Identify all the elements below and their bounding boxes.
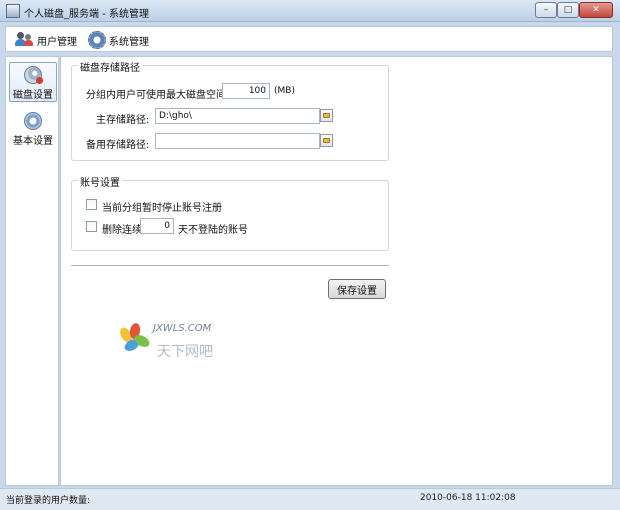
backup-path-label: 备用存储路径: — [86, 140, 150, 151]
status-bar: 当前登录的用户数量: 2010-06-18 11:02:08 — [0, 488, 620, 510]
account-group-title: 账号设置 — [78, 174, 122, 189]
online-users-label: 当前登录的用户数量: — [6, 496, 91, 506]
main-path-input[interactable]: D:\gho\ — [155, 108, 320, 124]
watermark-name: 天下网吧 — [157, 344, 213, 360]
main-path-browse-button[interactable] — [320, 109, 333, 122]
maximize-button[interactable]: □ — [557, 2, 579, 18]
menu-item-user-management[interactable]: 用户管理 — [14, 30, 77, 50]
settings-panel: 磁盘存储路径 分组内用户可使用最大磁盘空间 100 (MB) 主存储路径: D:… — [60, 56, 613, 486]
delete-days-input[interactable]: 0 — [140, 218, 174, 234]
window-title: 个人磁盘_服务端 - 系统管理 — [24, 9, 149, 20]
max-space-input[interactable]: 100 — [222, 83, 270, 99]
basic-settings-icon — [24, 112, 42, 130]
menu-bar: 用户管理 系统管理 — [5, 26, 613, 52]
sidebar: 磁盘设置 基本设置 — [5, 56, 59, 486]
sidebar-item-basic-settings[interactable]: 基本设置 — [9, 109, 57, 149]
storage-group-title: 磁盘存储路径 — [78, 59, 142, 74]
save-settings-button[interactable]: 保存设置 — [328, 279, 386, 299]
gear-icon — [88, 31, 106, 49]
max-space-unit: (MB) — [274, 86, 295, 96]
disk-settings-icon — [24, 66, 43, 84]
minimize-button[interactable]: – — [535, 2, 557, 18]
backup-path-browse-button[interactable] — [320, 134, 333, 147]
max-space-label: 分组内用户可使用最大磁盘空间 — [86, 90, 226, 101]
status-datetime: 2010-06-18 11:02:08 — [420, 493, 516, 503]
menu-item-label: 系统管理 — [109, 36, 149, 48]
delete-inactive-prefix: 删除连续 — [102, 225, 142, 236]
main-path-label: 主存储路径: — [96, 115, 150, 126]
folder-icon — [323, 113, 330, 118]
divider — [71, 265, 389, 267]
close-button[interactable]: ✕ — [579, 2, 613, 18]
menu-item-label: 用户管理 — [37, 36, 77, 48]
watermark-logo: JXWLS.COM 天下网吧 — [117, 322, 231, 363]
menu-item-system-management[interactable]: 系统管理 — [88, 30, 149, 50]
app-icon — [6, 4, 20, 18]
delete-inactive-suffix: 天不登陆的账号 — [178, 225, 248, 236]
title-bar: 个人磁盘_服务端 - 系统管理 – □ ✕ — [0, 0, 620, 22]
folder-icon — [323, 138, 330, 143]
storage-group: 磁盘存储路径 分组内用户可使用最大磁盘空间 100 (MB) 主存储路径: D:… — [71, 59, 389, 161]
stop-register-checkbox[interactable] — [86, 199, 97, 210]
sidebar-item-label: 基本设置 — [13, 136, 53, 147]
users-icon — [14, 31, 34, 49]
sidebar-item-disk-settings[interactable]: 磁盘设置 — [9, 62, 57, 102]
account-group: 账号设置 当前分组暂时停止账号注册 删除连续 0 天不登陆的账号 — [71, 174, 389, 251]
backup-path-input[interactable] — [155, 133, 320, 149]
stop-register-label: 当前分组暂时停止账号注册 — [102, 203, 222, 214]
delete-inactive-checkbox[interactable] — [86, 221, 97, 232]
watermark-site: JXWLS.COM — [153, 323, 212, 334]
sidebar-item-label: 磁盘设置 — [13, 90, 53, 101]
